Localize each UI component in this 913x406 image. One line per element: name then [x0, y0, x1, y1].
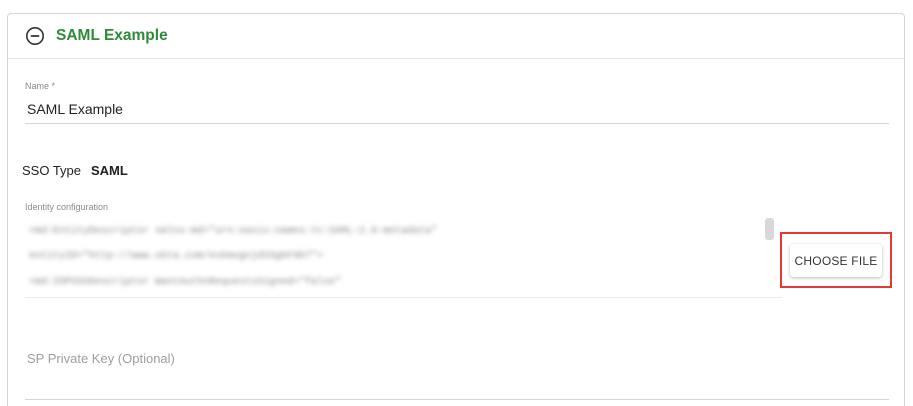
identity-config-line: <md:EntityDescriptor xmlns:md="urn:oasis…: [29, 226, 438, 237]
name-input[interactable]: SAML Example: [27, 101, 123, 117]
identity-config-label: Identity configuration: [25, 202, 109, 212]
saml-config-card: SAML Example Name * SAML Example SSO Typ…: [7, 13, 905, 406]
sso-type-value: SAML: [91, 163, 128, 178]
name-label: Name *: [25, 81, 56, 91]
collapse-minus-icon[interactable]: [25, 26, 45, 46]
textarea-scrollbar[interactable]: [765, 218, 774, 240]
identity-config-line: entityID="http://www.okta.com/exkmognjd3…: [29, 251, 324, 262]
card-header[interactable]: SAML Example: [8, 14, 904, 59]
choose-file-button[interactable]: CHOOSE FILE: [790, 244, 882, 277]
sp-private-key-input[interactable]: SP Private Key (Optional): [27, 351, 175, 366]
sp-private-key-underline: [25, 399, 889, 400]
card-title: SAML Example: [56, 27, 168, 44]
name-underline: [25, 123, 889, 124]
identity-config-line: <md:IDPSSODescriptor WantAuthnRequestsSi…: [29, 277, 342, 288]
sso-type-label: SSO Type: [22, 163, 82, 178]
identity-config-textarea[interactable]: <md:EntityDescriptor xmlns:md="urn:oasis…: [25, 220, 782, 298]
